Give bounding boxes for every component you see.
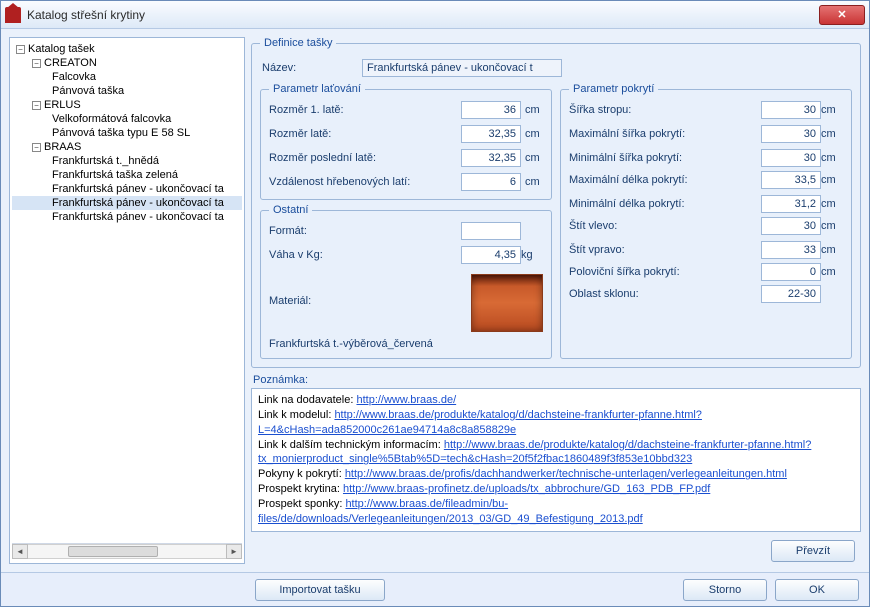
label-r3: Rozměr poslední latě: xyxy=(269,152,461,164)
body-area: −Katalog tašek −CREATON Falcovka Pánvová… xyxy=(1,29,869,572)
tree-node-braas[interactable]: −BRAAS xyxy=(12,140,242,154)
material-image xyxy=(471,274,543,332)
tree-node-creaton[interactable]: −CREATON xyxy=(12,56,242,70)
unit-cm: cm xyxy=(821,128,843,140)
legend-definice: Definice tašky xyxy=(260,37,336,49)
input-p6[interactable] xyxy=(761,217,821,235)
unit-cm: cm xyxy=(521,176,543,188)
tree-leaf[interactable]: Velkoformátová falcovka xyxy=(12,112,242,126)
input-p8[interactable] xyxy=(761,263,821,281)
app-icon xyxy=(5,7,21,23)
input-nazev[interactable] xyxy=(362,59,562,77)
label-p8: Poloviční šířka pokrytí: xyxy=(569,266,761,278)
tree-panel: −Katalog tašek −CREATON Falcovka Pánvová… xyxy=(9,37,245,564)
label-p1: Šířka stropu: xyxy=(569,104,761,116)
fieldset-pokryti: Parametr pokrytí Šířka stropu: cm Maximá… xyxy=(560,83,852,359)
input-p3[interactable] xyxy=(761,149,821,167)
input-p9[interactable] xyxy=(761,285,821,303)
unit-cm: cm xyxy=(521,152,543,164)
tree-leaf[interactable]: Frankfurtská t._hnědá xyxy=(12,154,242,168)
prevzit-button[interactable]: Převzít xyxy=(771,540,855,562)
note-box: Link na dodavatele: http://www.braas.de/… xyxy=(251,388,861,532)
collapse-icon[interactable]: − xyxy=(32,101,41,110)
tree-leaf[interactable]: Pánvová taška xyxy=(12,84,242,98)
label-p9: Oblast sklonu: xyxy=(569,288,761,300)
scroll-track[interactable] xyxy=(28,544,226,559)
collapse-icon[interactable]: − xyxy=(16,45,25,54)
scroll-left-icon[interactable]: ◄ xyxy=(12,544,28,559)
label-p4: Maximální délka pokrytí: xyxy=(569,174,761,186)
input-r3[interactable] xyxy=(461,149,521,167)
unit-cm: cm xyxy=(521,104,543,116)
tree-root[interactable]: −Katalog tašek xyxy=(12,42,242,56)
legend-ostatni: Ostatní xyxy=(269,204,312,216)
unit-cm: cm xyxy=(821,266,843,278)
unit-cm: cm xyxy=(821,152,843,164)
input-format[interactable] xyxy=(461,222,521,240)
footer-bar: Importovat tašku Storno OK xyxy=(1,572,869,606)
right-panel: Definice tašky Název: Parametr laťování … xyxy=(251,37,861,564)
label-p6: Štít vlevo: xyxy=(569,220,761,232)
unit-cm: cm xyxy=(821,174,843,186)
label-p2: Maximální šířka pokrytí: xyxy=(569,128,761,140)
link-prospekt-krytina[interactable]: http://www.braas-profinetz.de/uploads/tx… xyxy=(343,483,710,495)
input-vaha[interactable] xyxy=(461,246,521,264)
tree-scroll[interactable]: −Katalog tašek −CREATON Falcovka Pánvová… xyxy=(12,42,242,543)
input-p4[interactable] xyxy=(761,171,821,189)
link-pokyny[interactable]: http://www.braas.de/profis/dachhandwerke… xyxy=(345,468,787,480)
fieldset-ostatni: Ostatní Formát: Váha v Kg: kg Materiál: xyxy=(260,204,552,359)
label-poznamka: Poznámka: xyxy=(251,372,861,388)
close-button[interactable]: ✕ xyxy=(819,5,865,25)
tree-leaf[interactable]: Pánvová taška typu E 58 SL xyxy=(12,126,242,140)
label-vaha: Váha v Kg: xyxy=(269,249,461,261)
tree-node-erlus[interactable]: −ERLUS xyxy=(12,98,242,112)
input-r1[interactable] xyxy=(461,101,521,119)
unit-cm: cm xyxy=(821,104,843,116)
input-p5[interactable] xyxy=(761,195,821,213)
tree-leaf-selected[interactable]: Frankfurtská pánev - ukončovací ta xyxy=(12,196,242,210)
label-p3: Minimální šířka pokrytí: xyxy=(569,152,761,164)
unit-cm: cm xyxy=(521,128,543,140)
window-title: Katalog střešní krytiny xyxy=(27,8,145,22)
label-r4: Vzdálenost hřebenových latí: xyxy=(269,176,461,188)
scroll-right-icon[interactable]: ► xyxy=(226,544,242,559)
tree-leaf[interactable]: Frankfurtská pánev - ukončovací ta xyxy=(12,210,242,224)
import-button[interactable]: Importovat tašku xyxy=(255,579,385,601)
input-p7[interactable] xyxy=(761,241,821,259)
input-r2[interactable] xyxy=(461,125,521,143)
label-p7: Štít vpravo: xyxy=(569,244,761,256)
app-window: Katalog střešní krytiny ✕ −Katalog tašek… xyxy=(0,0,870,607)
label-r1: Rozměr 1. latě: xyxy=(269,104,461,116)
ok-button[interactable]: OK xyxy=(775,579,859,601)
link-dodavatel[interactable]: http://www.braas.de/ xyxy=(356,394,456,406)
input-p1[interactable] xyxy=(761,101,821,119)
unit-cm: cm xyxy=(821,244,843,256)
titlebar: Katalog střešní krytiny ✕ xyxy=(1,1,869,29)
label-format: Formát: xyxy=(269,225,461,237)
fieldset-definice: Definice tašky Název: Parametr laťování … xyxy=(251,37,861,368)
fieldset-latovani: Parametr laťování Rozměr 1. latě: cm Roz… xyxy=(260,83,552,200)
poznamka-section: Poznámka: Link na dodavatele: http://www… xyxy=(251,372,861,532)
material-text: Frankfurtská t.-výběrová_červená xyxy=(269,338,543,350)
unit-cm: cm xyxy=(821,198,843,210)
unit-cm: cm xyxy=(821,220,843,232)
unit-kg: kg xyxy=(521,249,543,261)
scroll-thumb[interactable] xyxy=(68,546,158,557)
storno-button[interactable]: Storno xyxy=(683,579,767,601)
input-p2[interactable] xyxy=(761,125,821,143)
tree-leaf[interactable]: Frankfurtská taška zelená xyxy=(12,168,242,182)
legend-pokryti: Parametr pokrytí xyxy=(569,83,658,95)
tree-leaf[interactable]: Falcovka xyxy=(12,70,242,84)
tree-horizontal-scrollbar[interactable]: ◄ ► xyxy=(12,543,242,559)
collapse-icon[interactable]: − xyxy=(32,59,41,68)
tree-leaf[interactable]: Frankfurtská pánev - ukončovací ta xyxy=(12,182,242,196)
label-p5: Minimální délka pokrytí: xyxy=(569,198,761,210)
label-nazev: Název: xyxy=(262,62,342,74)
collapse-icon[interactable]: − xyxy=(32,143,41,152)
legend-latovani: Parametr laťování xyxy=(269,83,365,95)
label-material: Materiál: xyxy=(269,295,461,307)
input-r4[interactable] xyxy=(461,173,521,191)
label-r2: Rozměr latě: xyxy=(269,128,461,140)
